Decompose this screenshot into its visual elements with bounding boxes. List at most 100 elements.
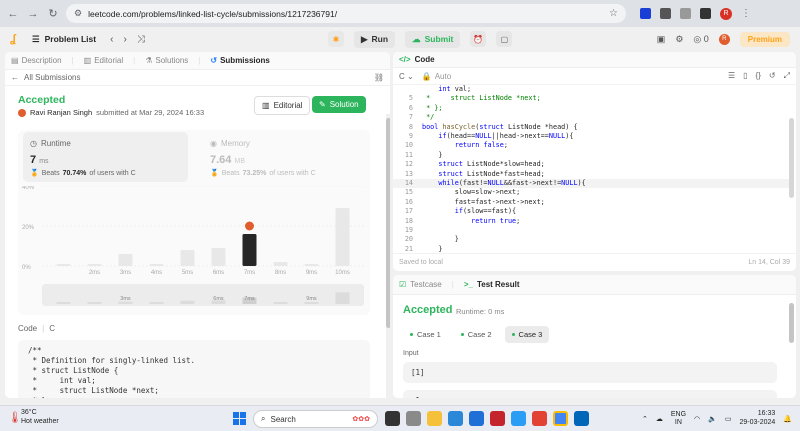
submit-button[interactable]: ☁ Submit — [405, 30, 461, 48]
code-line[interactable]: 10 return false; — [393, 141, 793, 150]
widgets-icon[interactable] — [406, 411, 421, 426]
tab-solutions[interactable]: ⚗ Solutions — [145, 56, 188, 65]
author-name[interactable]: Ravi Ranjan Singh — [30, 108, 92, 117]
debug-icon[interactable]: ✱ — [328, 31, 344, 47]
code-line[interactable]: 20 } — [393, 235, 793, 244]
solution-button[interactable]: ✎ Solution — [312, 96, 366, 113]
tab-test-result[interactable]: >_ Test Result — [464, 280, 520, 289]
chart-bar[interactable] — [87, 264, 102, 266]
run-button[interactable]: ▶ Run — [354, 30, 396, 48]
chart-bar[interactable] — [211, 248, 226, 266]
mcafee-icon[interactable] — [490, 411, 505, 426]
case-tab-2[interactable]: Case 2 — [454, 326, 499, 343]
editor-scrollbar[interactable] — [789, 88, 794, 218]
code-editor[interactable]: int val; 5 * struct ListNode *next; 6 * };… — [393, 85, 796, 253]
word-icon[interactable] — [574, 411, 589, 426]
chart-bar[interactable] — [56, 264, 71, 266]
sidepanel-icon[interactable] — [700, 8, 711, 19]
reset-icon[interactable]: ↺ — [769, 71, 776, 81]
layout-icon[interactable]: ▣ — [657, 34, 666, 45]
premium-button[interactable]: Premium — [739, 31, 790, 47]
extension-icon[interactable] — [640, 8, 651, 19]
code-line[interactable]: 16 fast=fast->next->next; — [393, 198, 793, 207]
code-line[interactable]: 18 return true; — [393, 217, 793, 226]
fullscreen-icon[interactable]: ⤢ — [784, 71, 790, 81]
test-scrollbar[interactable] — [789, 299, 794, 394]
windows-start-icon[interactable] — [233, 412, 246, 425]
chart-bar[interactable] — [273, 262, 288, 266]
timer-icon[interactable]: ⏰ — [470, 31, 487, 47]
clock[interactable]: 16:33 29-03-2024 — [739, 410, 775, 427]
weather-widget[interactable]: 🌡 36°C Hot weather — [8, 409, 59, 426]
all-submissions-link[interactable]: ← All Submissions — [11, 73, 80, 82]
tab-testcase[interactable]: ☑ Testcase — [399, 280, 442, 289]
code-line[interactable]: 15 slow=slow->next; — [393, 188, 793, 197]
language-select[interactable]: C ⌄ — [399, 72, 414, 81]
code-line[interactable]: 17 if(slow==fast){ — [393, 207, 793, 216]
coins-counter[interactable]: ◎ 0 — [693, 34, 708, 45]
edge-icon[interactable] — [511, 411, 526, 426]
left-scrollbar[interactable] — [386, 114, 390, 398]
chart-bar[interactable] — [335, 208, 350, 266]
settings-gear-icon[interactable]: ⚙ — [675, 34, 683, 45]
case-tab-1[interactable]: Case 1 — [403, 326, 448, 343]
language-indicator[interactable]: ENG IN — [671, 411, 686, 427]
code-line[interactable]: 11 } — [393, 151, 793, 160]
extensions-puzzle-icon[interactable] — [660, 8, 671, 19]
braces-icon[interactable]: {} — [756, 71, 761, 81]
submitted-code[interactable]: /** * Definition for singly-linked list.… — [18, 340, 370, 398]
cloud-icon[interactable]: ☁ — [656, 415, 663, 423]
code-line[interactable]: int val; — [393, 85, 793, 94]
menu-kebab-icon[interactable]: ⋮ — [741, 8, 751, 19]
code-line[interactable]: 14 while(fast!=NULL&&fast->next!=NULL){ — [393, 179, 793, 189]
bookmark-icon[interactable]: ▯ — [743, 71, 747, 81]
back-icon[interactable]: ← — [6, 7, 20, 21]
tab-description[interactable]: ▤ Description — [11, 56, 62, 65]
chart-bar[interactable] — [242, 234, 257, 266]
notification-icon[interactable]: 🔔 — [783, 415, 792, 423]
editor-tab-label[interactable]: Code — [415, 55, 435, 64]
bookmark-star-icon[interactable]: ☆ — [609, 8, 618, 19]
input-value-box-2[interactable]: -1 — [403, 390, 777, 398]
editorial-button[interactable]: ▥ Editorial — [254, 96, 311, 115]
auto-mode[interactable]: 🔒 Auto — [422, 72, 451, 81]
notes-icon[interactable]: ▢ — [496, 31, 513, 47]
code-line[interactable]: 19 — [393, 226, 793, 235]
store-icon[interactable] — [448, 411, 463, 426]
forward-icon[interactable]: → — [26, 7, 40, 21]
reload-icon[interactable]: ↻ — [46, 7, 60, 21]
runtime-card[interactable]: ◷ Runtime 7 ms 🏅 Beats 70.74% of users with … — [23, 132, 188, 182]
battery-icon[interactable]: ▭ — [725, 415, 732, 423]
code-line[interactable]: 21 } — [393, 245, 793, 253]
shuffle-icon[interactable]: ⤨ — [137, 34, 145, 45]
code-line[interactable]: 5 * struct ListNode *next; — [393, 94, 793, 103]
code-line[interactable]: 8 bool hasCycle(struct ListNode *head) { — [393, 123, 793, 132]
problem-list-button[interactable]: ☰ Problem List — [32, 34, 96, 45]
code-line[interactable]: 13 struct ListNode*fast=head; — [393, 170, 793, 179]
code-line[interactable]: 9 if(head==NULL||head->next==NULL){ — [393, 132, 793, 141]
task-view-icon[interactable] — [385, 411, 400, 426]
memory-card[interactable]: ◉ Memory 7.64 MB 🏅 Beats 73.25% of users wit… — [203, 132, 363, 182]
volume-icon[interactable]: 🔈 — [708, 415, 717, 423]
code-line[interactable]: 6 * }; — [393, 104, 793, 113]
case-tab-3[interactable]: Case 3 — [504, 326, 550, 343]
chevron-up-icon[interactable]: ⌃ — [642, 415, 648, 423]
chart-bar[interactable] — [304, 264, 319, 266]
code-line[interactable]: 12 struct ListNode*slow=head; — [393, 160, 793, 169]
share-link-icon[interactable]: ⛓ — [374, 73, 384, 82]
leetcode-logo-icon[interactable]: ʆ — [10, 33, 22, 45]
profile-avatar[interactable]: R — [720, 7, 732, 20]
user-avatar[interactable]: R — [718, 33, 730, 45]
chart-bar[interactable] — [118, 254, 133, 266]
chart-bar[interactable] — [180, 250, 195, 266]
chart-bar[interactable] — [149, 264, 164, 266]
code-line[interactable]: 7 */ — [393, 113, 793, 122]
next-problem-icon[interactable]: › — [123, 34, 126, 45]
tab-submissions[interactable]: ↺ Submissions — [210, 56, 270, 65]
chrome-icon[interactable] — [553, 411, 568, 426]
media-icon[interactable] — [680, 8, 691, 19]
taskbar-search[interactable]: ⌕ Search ✿✿✿ — [253, 410, 378, 428]
site-info-icon[interactable]: ⚙ — [74, 8, 82, 19]
mail-icon[interactable] — [469, 411, 484, 426]
tab-editorial[interactable]: ▥ Editorial — [84, 56, 123, 65]
